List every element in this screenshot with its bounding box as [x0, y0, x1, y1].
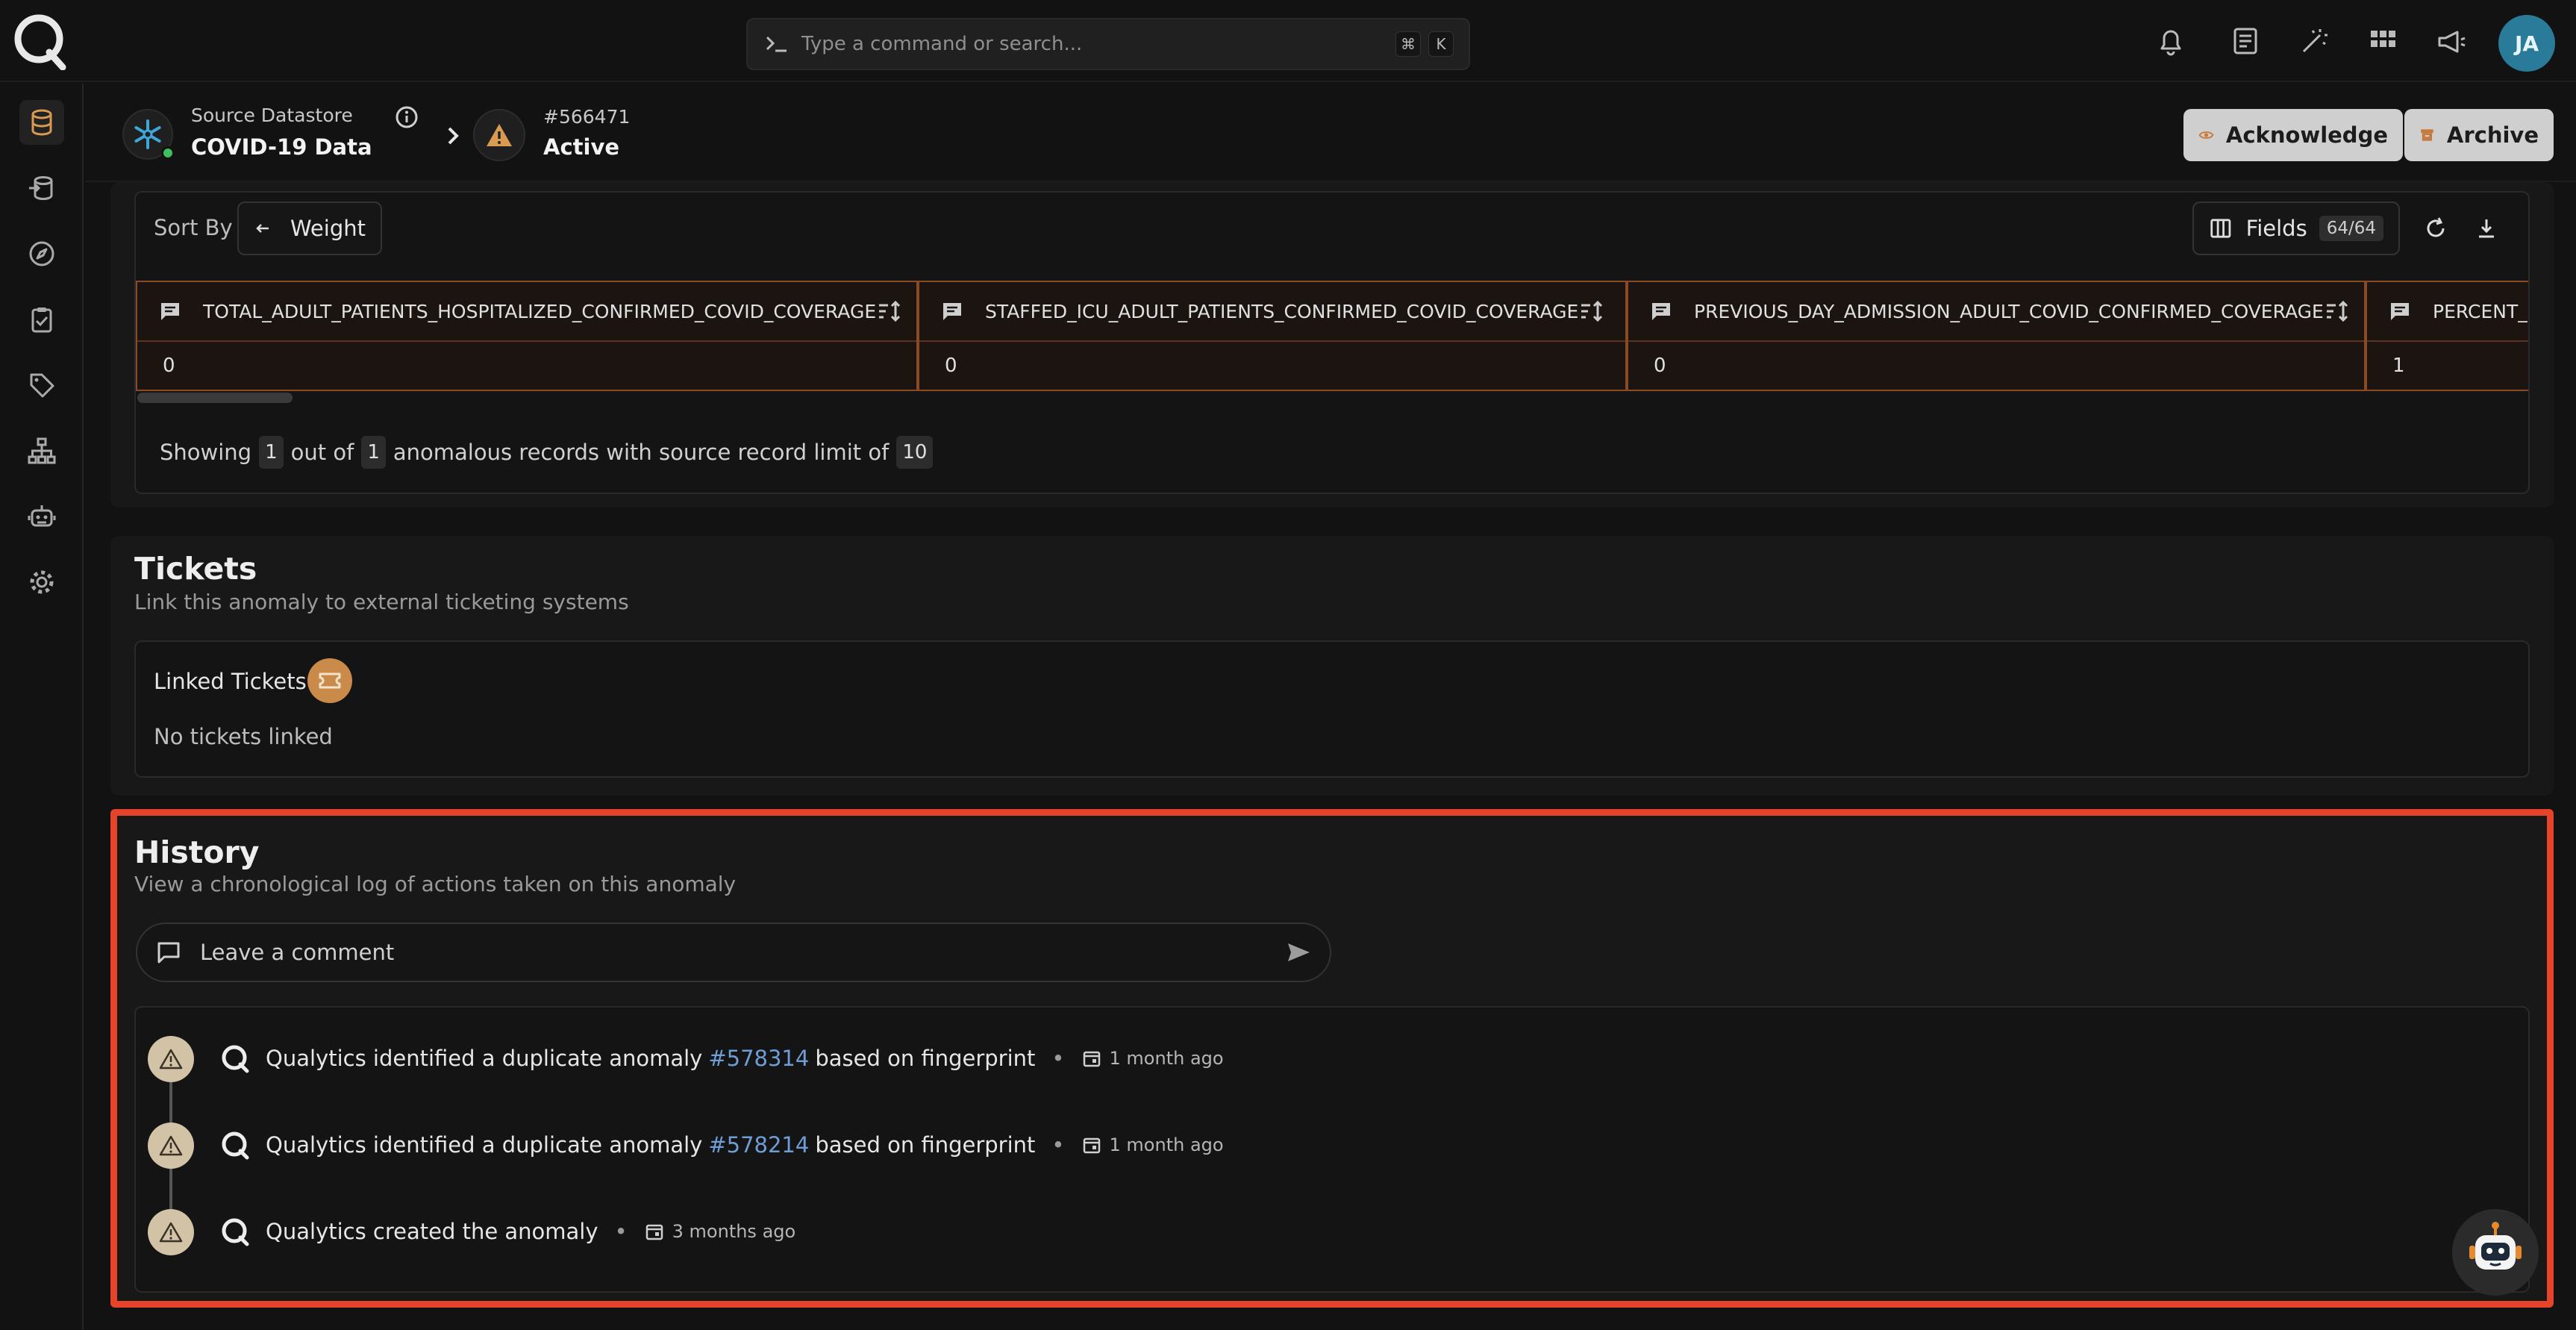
sidebar-item-tags[interactable]	[19, 363, 64, 408]
top-bar: Type a command or search... ⌘ K JA	[0, 0, 2576, 82]
sidebar-item-checks[interactable]	[19, 297, 64, 342]
fields-count-badge: 64/64	[2319, 216, 2383, 241]
anomaly-id: #566471	[543, 106, 631, 128]
horizontal-scrollbar-thumb[interactable]	[137, 393, 293, 403]
datastore-name-link[interactable]: COVID-19 Data	[191, 134, 372, 160]
columns-icon	[2210, 219, 2231, 238]
column-header[interactable]: STAFFED_ICU_ADULT_PATIENTS_CONFIRMED_COV…	[919, 282, 1625, 342]
column-header[interactable]: PERCENT_	[2367, 282, 2528, 342]
sidebar-item-enrichment[interactable]	[19, 166, 64, 210]
table-column: TOTAL_ADULT_PATIENTS_HOSPITALIZED_CONFIR…	[136, 281, 918, 391]
apps-grid-icon[interactable]	[2364, 22, 2401, 60]
connection-status-dot	[161, 146, 175, 160]
sidebar-item-datastores[interactable]	[19, 100, 64, 145]
comment-icon	[1652, 303, 1670, 320]
arrow-left-icon	[256, 224, 269, 233]
command-search-placeholder[interactable]: Type a command or search...	[801, 33, 1388, 55]
column-header[interactable]: PREVIOUS_DAY_ADMISSION_ADULT_COVID_CONFI…	[1628, 282, 2364, 342]
shortcut-key-cmd: ⌘	[1395, 31, 1421, 57]
table-column: PERCENT_ 1	[2366, 281, 2528, 391]
database-arrow-icon	[29, 176, 53, 200]
sidebar-item-settings[interactable]	[19, 560, 64, 605]
sidebar-item-flows[interactable]	[19, 428, 64, 473]
linked-tickets-card	[134, 640, 2530, 778]
gear-icon	[30, 570, 54, 594]
eye-icon	[2198, 131, 2214, 139]
sort-icon	[2326, 300, 2348, 322]
source-limit-chip: 10	[896, 436, 934, 469]
summary-suffix: anomalous records with source record lim…	[393, 440, 890, 465]
sort-icon	[1581, 300, 1603, 322]
magic-wand-icon[interactable]	[2295, 22, 2333, 60]
linked-tickets-label: Linked Tickets	[154, 669, 307, 694]
archive-box-icon	[2421, 129, 2433, 141]
column-name: PERCENT_	[2433, 300, 2527, 322]
column-name: TOTAL_ADULT_PATIENTS_HOSPITALIZED_CONFIR…	[203, 300, 877, 322]
acknowledge-label: Acknowledge	[2225, 122, 2388, 148]
archive-label: Archive	[2446, 122, 2539, 148]
records-summary: Showing 1 out of 1 anomalous records wit…	[160, 436, 940, 469]
download-icon[interactable]	[2472, 213, 2501, 243]
assistant-robot-button[interactable]	[2452, 1209, 2539, 1296]
info-icon[interactable]	[394, 104, 419, 130]
table-column: PREVIOUS_DAY_ADMISSION_ADULT_COVID_CONFI…	[1627, 281, 2366, 391]
sort-by-value: Weight	[290, 216, 366, 241]
breadcrumb-separator-chevron-icon	[439, 121, 469, 151]
tickets-subtitle: Link this anomaly to external ticketing …	[134, 590, 629, 614]
column-name: PREVIOUS_DAY_ADMISSION_ADULT_COVID_CONFI…	[1694, 300, 2324, 322]
total-count-chip: 1	[361, 436, 386, 469]
refresh-icon[interactable]	[2421, 213, 2451, 243]
table-cell: 1	[2392, 355, 2405, 377]
anomaly-status: Active	[543, 134, 620, 160]
document-list-icon[interactable]	[2227, 22, 2264, 60]
table-cell: 0	[1654, 355, 1666, 377]
robot-icon	[28, 505, 56, 527]
comment-icon	[161, 303, 179, 320]
command-search-bar[interactable]: Type a command or search... ⌘ K	[746, 18, 1470, 70]
user-avatar[interactable]: JA	[2498, 15, 2555, 72]
ticket-icon[interactable]	[307, 658, 352, 703]
history-highlight-frame	[110, 809, 2554, 1308]
archive-button[interactable]: Archive	[2404, 109, 2554, 161]
warning-triangle-icon	[473, 109, 525, 161]
sidebar	[0, 84, 84, 1330]
table-cell: 0	[163, 355, 175, 377]
datastore-label: Source Datastore	[191, 104, 353, 126]
summary-mid: out of	[290, 440, 354, 465]
breadcrumb: Source Datastore COVID-19 Data #566471 A…	[85, 84, 2576, 182]
notifications-bell-icon[interactable]	[2152, 22, 2189, 60]
showing-count-chip: 1	[259, 436, 284, 469]
sort-by-button[interactable]: Weight	[237, 202, 382, 255]
robot-assistant-icon	[2469, 1222, 2522, 1270]
comment-icon	[2391, 303, 2409, 320]
shortcut-key-k: K	[1428, 31, 1454, 57]
fields-label: Fields	[2245, 216, 2307, 241]
database-icon	[31, 109, 52, 136]
column-header[interactable]: TOTAL_ADULT_PATIENTS_HOSPITALIZED_CONFIR…	[137, 282, 916, 342]
fields-button[interactable]: Fields 64/64	[2192, 202, 2400, 255]
column-name: STAFFED_ICU_ADULT_PATIENTS_CONFIRMED_COV…	[985, 300, 1579, 322]
terminal-icon	[766, 36, 787, 52]
tag-icon	[30, 373, 54, 398]
summary-prefix: Showing	[160, 440, 252, 465]
tickets-title: Tickets	[134, 551, 257, 587]
sidebar-item-agents[interactable]	[19, 494, 64, 539]
hierarchy-icon	[28, 437, 56, 464]
compass-icon	[29, 241, 54, 266]
no-tickets-text: No tickets linked	[154, 724, 333, 749]
sidebar-item-explore[interactable]	[19, 231, 64, 276]
sort-icon	[879, 300, 901, 322]
announcements-megaphone-icon[interactable]	[2433, 22, 2470, 60]
sort-by-label: Sort By	[154, 215, 233, 240]
table-column: STAFFED_ICU_ADULT_PATIENTS_CONFIRMED_COV…	[918, 281, 1627, 391]
clipboard-check-icon	[31, 307, 52, 333]
acknowledge-button[interactable]: Acknowledge	[2183, 109, 2403, 161]
comment-icon	[943, 303, 961, 320]
table-cell: 0	[945, 355, 957, 377]
qualytics-logo[interactable]	[10, 10, 70, 70]
anomalous-records-table: TOTAL_ADULT_PATIENTS_HOSPITALIZED_CONFIR…	[136, 281, 2528, 391]
